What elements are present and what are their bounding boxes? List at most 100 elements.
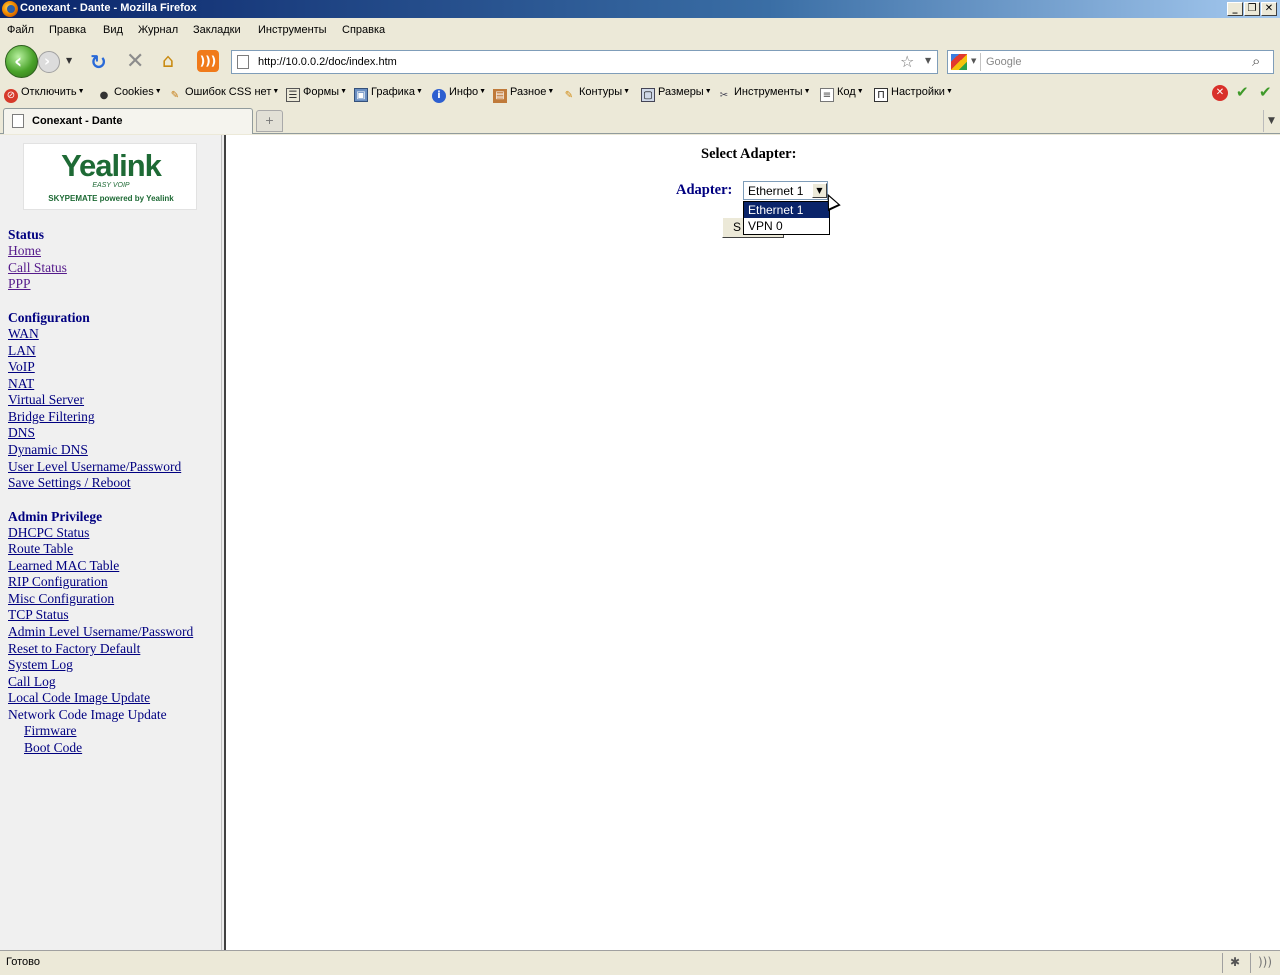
toolbar-outline[interactable]: ✎ Контуры▼ [562, 86, 630, 102]
logo-tagline: EASY VOIP [92, 182, 130, 189]
toolbar-images[interactable]: ▣ Графика▼ [354, 86, 423, 102]
misc-icon: ▤ [493, 89, 507, 103]
heading-configuration: Configuration [8, 310, 90, 325]
forward-button[interactable]: › [38, 51, 60, 73]
toolbar-misc[interactable]: ▤ Разное▼ [493, 86, 554, 103]
logo-word: Yealink [61, 148, 162, 183]
back-button[interactable]: ‹ [5, 45, 38, 78]
sidebar-item-factory-reset[interactable]: Reset to Factory Default [8, 641, 140, 657]
sidebar-item-lan[interactable]: LAN [8, 343, 36, 359]
bookmark-star-icon[interactable]: ☆ [900, 52, 914, 71]
rss-icon[interactable]: ))) [197, 50, 219, 72]
forward-arrow-icon: › [44, 52, 51, 70]
page-icon [237, 55, 249, 69]
adapter-label: Adapter: [676, 182, 733, 198]
sidebar-item-virtual-server[interactable]: Virtual Server [8, 392, 84, 408]
toolbar-disable[interactable]: ⊘ Отключить▼ [4, 86, 85, 103]
status-text: Готово [6, 956, 40, 968]
option-ethernet-1[interactable]: Ethernet 1 [744, 202, 829, 218]
sidebar-item-firmware[interactable]: Firmware [24, 723, 76, 739]
sidebar-item-system-log[interactable]: System Log [8, 657, 73, 673]
search-icon[interactable]: ⌕ [1252, 52, 1260, 70]
toolbar-source[interactable]: ≡ Код▼ [820, 86, 864, 102]
sidebar-item-misc-configuration[interactable]: Misc Configuration [8, 591, 114, 607]
tab-conexant-dante[interactable]: Conexant - Dante [3, 108, 253, 134]
toolbar-tools[interactable]: ✂ Инструменты▼ [717, 86, 811, 102]
sidebar-item-call-status[interactable]: Call Status [8, 260, 67, 276]
sidebar-item-route-table[interactable]: Route Table [8, 541, 73, 557]
sidebar-item-dynamic-dns[interactable]: Dynamic DNS [8, 442, 88, 458]
option-vpn-0[interactable]: VPN 0 [744, 218, 829, 234]
sidebar-item-call-log[interactable]: Call Log [8, 674, 56, 690]
sidebar-item-dns[interactable]: DNS [8, 425, 35, 441]
url-input[interactable] [258, 55, 898, 69]
toolbar-css[interactable]: ✎ Ошибок CSS нет▼ [168, 86, 280, 102]
sidebar-item-home[interactable]: Home [8, 243, 41, 259]
forms-icon: ☰ [286, 88, 300, 102]
toolbar-cookies[interactable]: ● Cookies▼ [97, 86, 162, 102]
main-frame: Select Adapter: Adapter: S Ethernet 1 ▼ … [226, 135, 1280, 950]
sidebar-item-voip[interactable]: VoIP [8, 359, 35, 375]
sidebar-item-rip-configuration[interactable]: RIP Configuration [8, 574, 108, 590]
network-code-update-label: Network Code Image Update [8, 707, 167, 722]
sidebar-item-user-password[interactable]: User Level Username/Password [8, 459, 181, 475]
outline-pencil-icon: ✎ [564, 90, 574, 101]
menu-history[interactable]: Журнал [138, 24, 178, 36]
css-valid-check-icon[interactable]: ✔ [1236, 83, 1249, 101]
search-bar[interactable]: ▼ ⌕ [947, 50, 1274, 74]
sidebar-item-wan[interactable]: WAN [8, 326, 39, 342]
toolbar-forms[interactable]: ☰ Формы▼ [286, 86, 347, 102]
minimize-button[interactable]: _ [1227, 2, 1243, 16]
menu-help[interactable]: Справка [342, 24, 385, 36]
firefox-icon [2, 1, 18, 17]
tab-label: Conexant - Dante [32, 115, 123, 127]
stop-icon[interactable]: ✕ [126, 49, 144, 74]
search-input[interactable] [986, 55, 1246, 69]
web-developer-toolbar: ⊘ Отключить▼ ● Cookies▼ ✎ Ошибок CSS нет▼ ☰… [0, 84, 1280, 104]
google-engine-icon[interactable] [951, 54, 967, 70]
sidebar-item-tcp-status[interactable]: TCP Status [8, 607, 69, 623]
adapter-select[interactable]: Ethernet 1 ▼ [743, 181, 828, 200]
sidebar-item-save-reboot[interactable]: Save Settings / Reboot [8, 475, 131, 491]
status-separator [1250, 953, 1251, 973]
url-dropdown-icon[interactable]: ▼ [925, 56, 931, 65]
maximize-button[interactable]: ❐ [1244, 2, 1260, 16]
toolbar-resize[interactable]: ▢ Размеры▼ [641, 86, 712, 102]
status-separator [1222, 953, 1223, 973]
extension-status-icon[interactable]: ✱ [1230, 955, 1240, 969]
history-dropdown-icon[interactable]: ▼ [66, 56, 72, 65]
address-bar[interactable]: ☆ ▼ [231, 50, 938, 74]
heading-admin-privilege: Admin Privilege [8, 509, 103, 524]
sidebar-item-dhcpc-status[interactable]: DHCPC Status [8, 525, 89, 541]
sidebar-item-ppp[interactable]: PPP [8, 276, 31, 292]
disable-icon: ⊘ [4, 89, 18, 103]
new-tab-button[interactable]: + [256, 110, 283, 132]
tab-strip: Conexant - Dante + ▼ [0, 106, 1280, 134]
toolbar-options[interactable]: П Настройки▼ [874, 86, 953, 102]
menu-bookmarks[interactable]: Закладки [193, 24, 241, 36]
home-icon[interactable]: ⌂ [162, 50, 174, 72]
search-divider [980, 53, 981, 71]
cookie-user-icon: ● [99, 90, 109, 101]
tab-list-dropdown[interactable]: ▼ [1263, 110, 1279, 132]
close-window-button[interactable]: ✕ [1261, 2, 1277, 16]
toolbar-info[interactable]: i Инфо▼ [432, 86, 486, 103]
feed-status-icon[interactable]: ))) [1258, 955, 1272, 969]
reload-icon[interactable]: ↻ [90, 50, 107, 74]
error-status-icon[interactable]: ✕ [1212, 85, 1228, 101]
sidebar-item-nat[interactable]: NAT [8, 376, 34, 392]
sidebar-item-admin-password[interactable]: Admin Level Username/Password [8, 624, 193, 640]
menu-tools[interactable]: Инструменты [258, 24, 327, 36]
sidebar-item-bridge-filtering[interactable]: Bridge Filtering [8, 409, 95, 425]
sidebar-item-boot-code[interactable]: Boot Code [24, 740, 82, 756]
js-valid-check-icon[interactable]: ✔ [1259, 83, 1272, 101]
engine-dropdown-icon[interactable]: ▼ [971, 57, 976, 65]
menu-view[interactable]: Вид [103, 24, 123, 36]
menu-file[interactable]: Файл [7, 24, 34, 36]
resize-icon: ▢ [641, 88, 655, 102]
menu-edit[interactable]: Правка [49, 24, 86, 36]
status-bar: Готово ✱ ))) [0, 950, 1280, 975]
navigation-toolbar: ‹ › ▼ ↻ ✕ ⌂ ))) ☆ ▼ ▼ ⌕ [0, 43, 1280, 81]
sidebar-item-learned-mac-table[interactable]: Learned MAC Table [8, 558, 119, 574]
sidebar-item-local-code-update[interactable]: Local Code Image Update [8, 690, 150, 706]
